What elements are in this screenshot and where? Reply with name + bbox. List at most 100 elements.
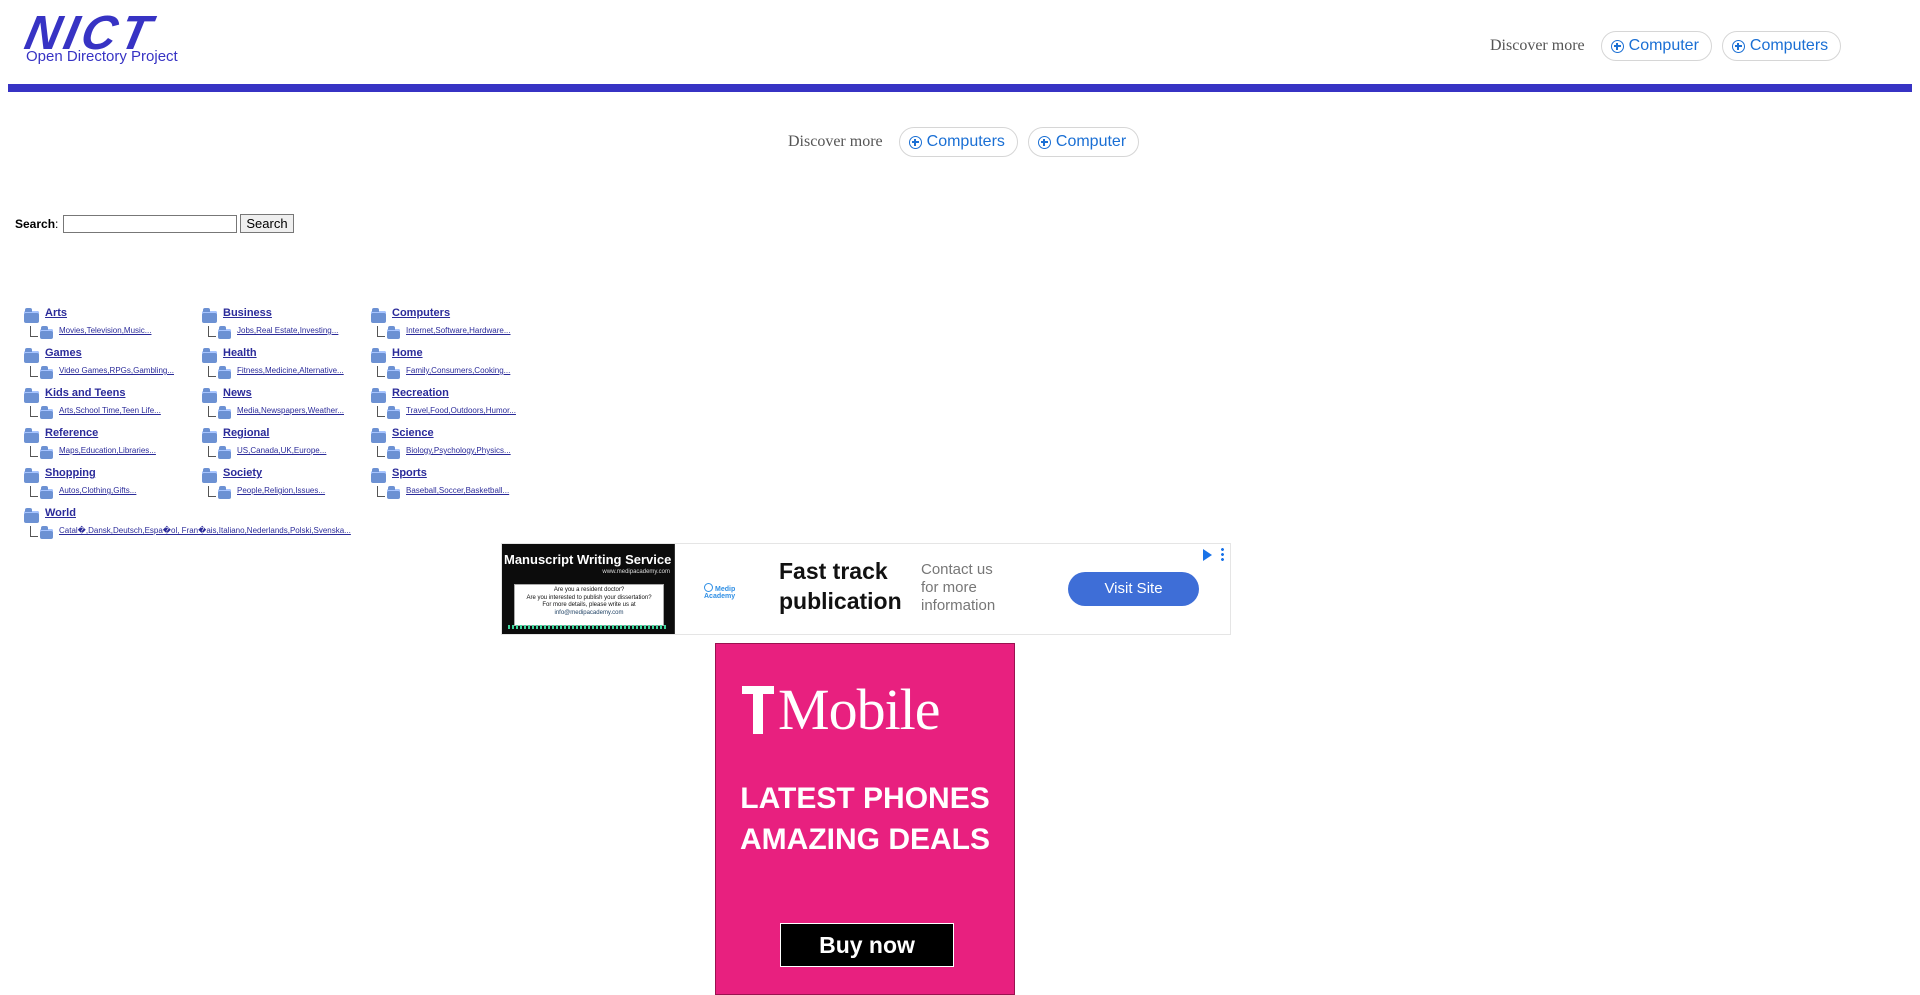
tree-connector xyxy=(208,366,216,377)
search-form: Search : Search xyxy=(15,214,294,233)
subcategory-links[interactable]: US,Canada,UK,Europe... xyxy=(237,446,326,455)
ad-thumbnail-line: Are you interested to publish your disse… xyxy=(526,594,652,601)
category-link[interactable]: Home xyxy=(392,347,423,359)
folder-icon xyxy=(218,486,231,499)
category-link[interactable]: Computers xyxy=(392,307,450,319)
subcategory-links[interactable]: Catal�,Dansk,Deutsch,Espa�ol, Fran�ais,I… xyxy=(59,526,351,535)
category-link[interactable]: Regional xyxy=(223,427,269,439)
folder-icon xyxy=(202,388,217,403)
discover-more-top: Discover more Computer Computers xyxy=(1490,31,1851,61)
subcategory-links[interactable]: People,Religion,Issues... xyxy=(237,486,325,495)
subcategory-links[interactable]: Internet,Software,Hardware... xyxy=(406,326,511,335)
folder-icon xyxy=(218,326,231,339)
discover-chip-computers[interactable]: Computers xyxy=(898,127,1018,157)
search-label-colon: : xyxy=(55,216,59,231)
subcategory-links[interactable]: Travel,Food,Outdoors,Humor... xyxy=(406,406,516,415)
folder-icon xyxy=(218,366,231,379)
visit-site-button[interactable]: Visit Site xyxy=(1068,572,1199,606)
folder-icon xyxy=(371,428,386,443)
ad-thumbnail-card: Are you a resident doctor? Are you inter… xyxy=(514,584,664,626)
discover-more-label: Discover more xyxy=(1490,37,1585,54)
category-link[interactable]: Society xyxy=(223,467,262,479)
ad-thumbnail-url: www.medipacademy.com xyxy=(602,569,670,575)
tree-connector xyxy=(208,326,216,337)
subcategory-links[interactable]: Biology,Psychology,Physics... xyxy=(406,446,511,455)
tree-connector xyxy=(30,326,38,337)
folder-icon xyxy=(218,446,231,459)
chip-label: Computer xyxy=(1055,133,1127,150)
category-link[interactable]: Games xyxy=(45,347,82,359)
category-news: News Media,Newspapers,Weather... xyxy=(202,386,372,424)
search-input[interactable] xyxy=(63,214,238,233)
site-logo[interactable]: NICT Open Directory Project xyxy=(20,7,216,68)
tree-connector xyxy=(208,406,216,417)
category-link[interactable]: Science xyxy=(392,427,434,439)
folder-icon xyxy=(387,446,400,459)
category-link[interactable]: Arts xyxy=(45,307,67,319)
ad-thumbnail-email: info@medipacademy.com xyxy=(554,609,624,616)
folder-icon xyxy=(371,348,386,363)
category-link[interactable]: Health xyxy=(223,347,257,359)
folder-icon xyxy=(218,406,231,419)
ad-description: Contact us for more information xyxy=(921,561,996,614)
category-link[interactable]: News xyxy=(223,387,252,399)
category-business: Business Jobs,Real Estate,Investing... xyxy=(202,306,372,344)
subcategory-links[interactable]: Family,Consumers,Cooking... xyxy=(406,366,510,375)
ad-menu-icon[interactable] xyxy=(1221,547,1224,561)
ad-thumbnail-line: For more details, please write us at xyxy=(542,602,636,608)
subcategory-links[interactable]: Jobs,Real Estate,Investing... xyxy=(237,326,338,335)
category-link[interactable]: Shopping xyxy=(45,467,96,479)
tmobile-headline: LATEST PHONES AMAZING DEALS xyxy=(716,779,1014,860)
adchoices-icon[interactable] xyxy=(1203,549,1212,561)
category-games: Games Video Games,RPGs,Gambling... xyxy=(24,346,194,384)
folder-icon xyxy=(202,468,217,483)
chip-label: Computers xyxy=(1749,37,1829,54)
subcategory-links[interactable]: Autos,Clothing,Gifts... xyxy=(59,486,136,495)
tmobile-ad[interactable]: Mobile LATEST PHONES AMAZING DEALS Buy n… xyxy=(715,643,1015,995)
advertiser-logo: Medip Academy xyxy=(704,583,752,600)
category-link[interactable]: Kids and Teens xyxy=(45,387,125,399)
tree-connector xyxy=(377,406,385,417)
category-link[interactable]: World xyxy=(45,507,76,519)
tmobile-logo: Mobile xyxy=(742,677,988,742)
tmobile-headline-line: AMAZING DEALS xyxy=(740,822,990,856)
subcategory-links[interactable]: Media,Newspapers,Weather... xyxy=(237,406,344,415)
tree-connector xyxy=(30,406,38,417)
display-ad-banner[interactable]: Manuscript Writing Service www.medipacad… xyxy=(501,543,1231,635)
plus-circle-icon xyxy=(908,135,922,149)
folder-icon xyxy=(24,308,39,323)
discover-chip-computers[interactable]: Computers xyxy=(1721,31,1842,61)
category-link[interactable]: Sports xyxy=(392,467,427,479)
chip-label: Computers xyxy=(926,133,1005,150)
category-home: Home Family,Consumers,Cooking... xyxy=(371,346,541,384)
subcategory-links[interactable]: Movies,Television,Music... xyxy=(59,326,151,335)
folder-icon xyxy=(24,348,39,363)
subcategory-links[interactable]: Baseball,Soccer,Basketball... xyxy=(406,486,509,495)
folder-icon xyxy=(40,486,53,499)
header-divider-bar xyxy=(8,84,1912,92)
subcategory-links[interactable]: Maps,Education,Libraries... xyxy=(59,446,156,455)
tree-connector xyxy=(30,526,38,537)
ad-thumbnail-line: Are you a resident doctor? xyxy=(553,587,625,593)
ad-headline: Fast track publication xyxy=(779,558,902,614)
tmobile-wordmark: Mobile xyxy=(778,676,941,742)
ad-thumbnail[interactable]: Manuscript Writing Service www.medipacad… xyxy=(502,544,675,634)
discover-chip-computer[interactable]: Computer xyxy=(1600,31,1712,61)
tree-connector xyxy=(30,486,38,497)
category-link[interactable]: Recreation xyxy=(392,387,449,399)
folder-icon xyxy=(387,486,400,499)
buy-now-button[interactable]: Buy now xyxy=(780,923,954,967)
folder-icon xyxy=(387,326,400,339)
subcategory-links[interactable]: Arts,School Time,Teen Life... xyxy=(59,406,161,415)
category-reference: Reference Maps,Education,Libraries... xyxy=(24,426,194,464)
subcategory-links[interactable]: Video Games,RPGs,Gambling... xyxy=(59,366,174,375)
category-link[interactable]: Reference xyxy=(45,427,98,439)
search-button[interactable]: Search xyxy=(240,214,294,233)
category-link[interactable]: Business xyxy=(223,307,272,319)
category-regional: Regional US,Canada,UK,Europe... xyxy=(202,426,372,464)
discover-chip-computer[interactable]: Computer xyxy=(1027,127,1140,157)
discover-more-main: Discover more Computers Computer xyxy=(788,127,1149,157)
subcategory-links[interactable]: Fitness,Medicine,Alternative... xyxy=(237,366,344,375)
folder-icon xyxy=(202,308,217,323)
folder-icon xyxy=(202,428,217,443)
